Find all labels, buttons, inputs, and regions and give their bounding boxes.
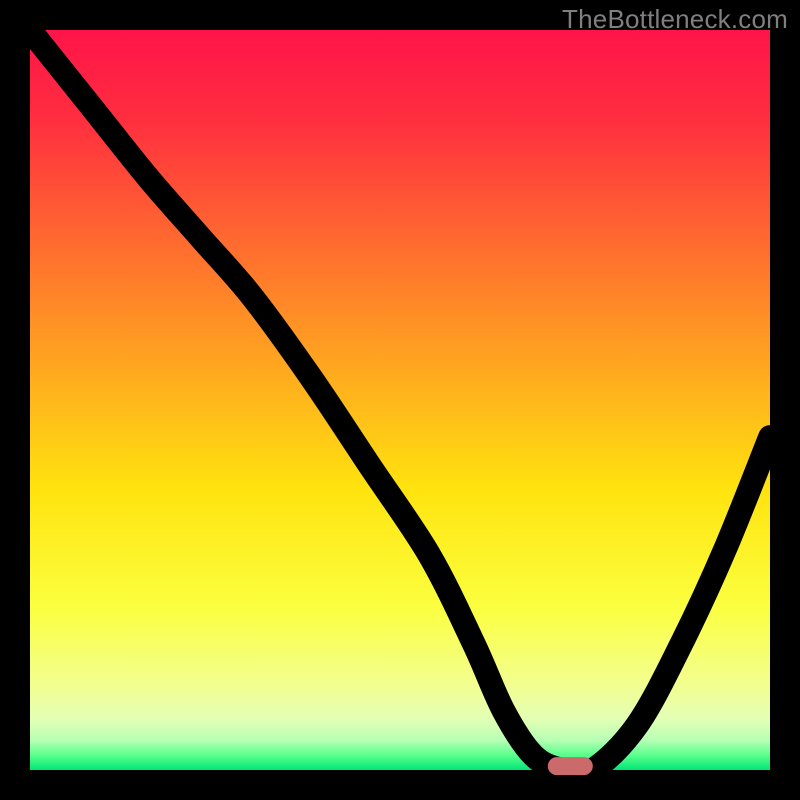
watermark-text: TheBottleneck.com bbox=[562, 4, 788, 35]
plot-area bbox=[30, 30, 770, 770]
bottleneck-curve bbox=[30, 30, 770, 770]
optimum-marker bbox=[548, 757, 592, 775]
chart-container: TheBottleneck.com bbox=[0, 0, 800, 800]
curve-path bbox=[30, 30, 770, 774]
